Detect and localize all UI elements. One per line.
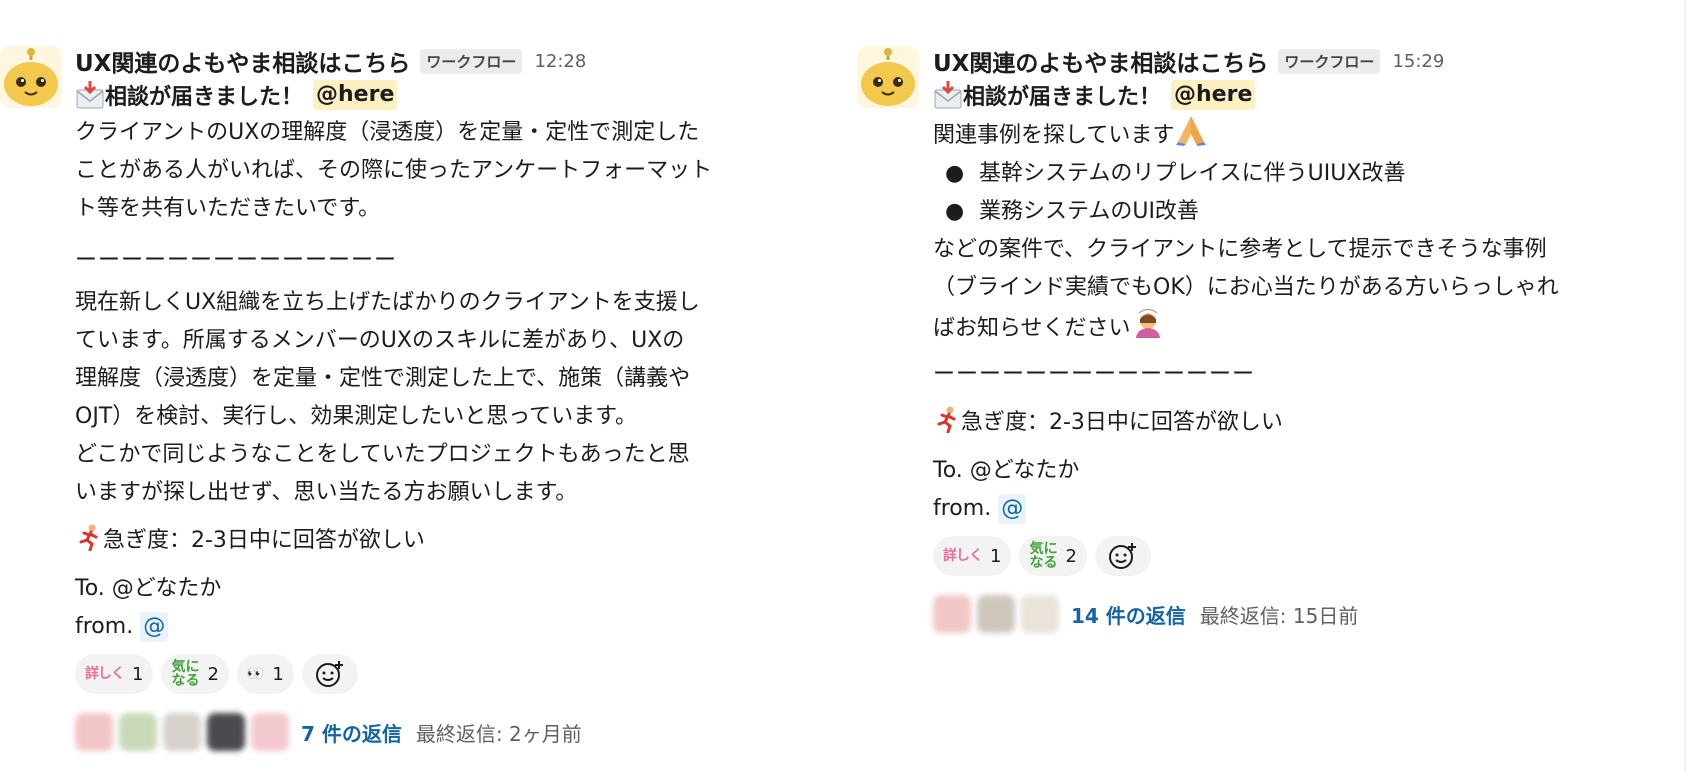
reaction-count: 1: [272, 663, 284, 685]
message-body: などの案件で、クライアントに参考として提示できそうな事例 （ブラインド実績でもO…: [933, 231, 1686, 348]
runner-icon: [79, 524, 98, 551]
to-line: To. @どなたか: [933, 458, 1080, 483]
body-line: クライアントのUXの理解度（浸透度）を定量・定性で測定した: [75, 120, 700, 145]
thread-summary[interactable]: 14 件の返信 最終返信: 15日前: [933, 590, 1686, 638]
reaction-kininaru[interactable]: 気になる 2: [161, 654, 229, 694]
body-line: などの案件で、クライアントに参考として提示できそうな事例: [933, 237, 1547, 262]
body-line: （ブラインド実績でもOK）にお心当たりがある方いらっしゃれ: [933, 275, 1559, 300]
reply-avatar: [933, 595, 971, 633]
message-title: 相談が届きました！ @here: [75, 76, 840, 114]
urgency-line: 急ぎ度：2-3日中に回答が欲しい: [75, 522, 840, 560]
add-reaction-icon: [1108, 543, 1136, 569]
title-text: 相談が届きました！: [105, 85, 304, 110]
urgency-text: 急ぎ度：2-3日中に回答が欲しい: [961, 410, 1283, 435]
message-header: UX関連のよもやま相談はこちら ワークフロー 15:29: [933, 44, 1686, 78]
reactions-bar: 詳しく 1 気になる 2 👀 1: [75, 654, 840, 694]
add-reaction-icon: [315, 661, 343, 687]
body-line: ト等を共有いただきたいです。: [75, 196, 381, 221]
here-mention[interactable]: @here: [1171, 80, 1256, 110]
body-line: いますが探し出せず、思い当たる方お願いします。: [75, 480, 578, 505]
body-line: ことがある人がいれば、その際に使ったアンケートフォーマット: [75, 158, 713, 183]
from-line: from. @: [75, 608, 840, 646]
incoming-envelope-icon: [76, 81, 104, 109]
reply-avatar: [75, 713, 113, 751]
reaction-count: 1: [132, 663, 144, 685]
kininaru-emoji-icon: 気になる: [171, 659, 200, 689]
app-name-link[interactable]: UX関連のよもやま相談はこちら: [933, 44, 1268, 78]
add-reaction-button[interactable]: [301, 654, 358, 694]
dash-separator: ーーーーーーーーーーーーーー: [75, 248, 398, 273]
message-title: 相談が届きました！ @here: [933, 76, 1686, 114]
kininaru-emoji-icon: 気になる: [1029, 541, 1058, 571]
bot-avatar-icon[interactable]: [857, 46, 919, 108]
message-body-2: 現在新しくUX組織を立ち上げたばかりのクライアントを支援し ています。所属するメ…: [75, 284, 840, 512]
body-line: OJT）を検討、実行し、効果測定したいと思っています。: [75, 404, 637, 429]
title-text: 相談が届きました！: [963, 85, 1162, 110]
reply-avatar: [119, 713, 157, 751]
eyes-emoji-icon: 👀: [246, 666, 265, 682]
body-line: 理解度（浸透度）を定量・定性で測定した上で、施策（講義や: [75, 366, 691, 391]
reaction-kininaru[interactable]: 気になる 2: [1019, 536, 1087, 576]
timestamp[interactable]: 15:29: [1392, 51, 1444, 72]
here-mention[interactable]: @here: [313, 80, 398, 110]
app-name-link[interactable]: UX関連のよもやま相談はこちら: [75, 44, 410, 78]
workflow-badge: ワークフロー: [420, 48, 523, 74]
from-label: from.: [75, 614, 134, 639]
message-header: UX関連のよもやま相談はこちら ワークフロー 12:28: [75, 44, 840, 78]
incoming-envelope-icon: [934, 81, 962, 109]
thread-avatars: [75, 713, 289, 751]
reaction-count: 2: [207, 663, 219, 685]
last-reply-time: 最終返信: 15日前: [1199, 603, 1359, 628]
body-line: ばお知らせください: [933, 307, 1686, 348]
intro-text: 関連事例を探しています: [933, 123, 1175, 148]
reactions-bar: 詳しく 1 気になる 2: [933, 536, 1686, 576]
from-label: from.: [933, 496, 992, 521]
urgency-line: 急ぎ度：2-3日中に回答が欲しい: [933, 404, 1686, 442]
kuwashiku-emoji-icon: 詳しく: [85, 666, 125, 682]
bullet-list: ● 基幹システムのリプレイスに伴うUIUX改善 ● 業務システムのUI改善: [933, 155, 1686, 231]
add-reaction-button[interactable]: [1094, 536, 1151, 576]
last-reply-time: 最終返信: 2ヶ月前: [415, 721, 582, 746]
thread-summary[interactable]: 7 件の返信 最終返信: 2ヶ月前: [75, 708, 840, 756]
intro-line: 関連事例を探しています: [933, 114, 1686, 155]
runner-icon: [937, 406, 956, 433]
from-mention[interactable]: @: [140, 612, 169, 642]
body-line: 現在新しくUX組織を立ち上げたばかりのクライアントを支援し: [75, 290, 700, 315]
message-body-1: クライアントのUXの理解度（浸透度）を定量・定性で測定した ことがある人がいれば…: [75, 114, 840, 228]
bot-avatar-icon[interactable]: [0, 46, 62, 108]
reply-avatar: [207, 713, 245, 751]
reaction-count: 2: [1065, 545, 1077, 567]
body-line: ています。所属するメンバーのUXのスキルに差があり、UXの: [75, 328, 685, 353]
reaction-count: 1: [990, 545, 1002, 567]
urgency-text: 急ぎ度：2-3日中に回答が欲しい: [103, 528, 425, 553]
reply-count-link[interactable]: 14 件の返信: [1071, 600, 1186, 629]
reply-avatar: [163, 713, 201, 751]
reply-avatar: [1021, 595, 1059, 633]
dash-separator: ーーーーーーーーーーーーーー: [933, 362, 1256, 387]
to-line: To. @どなたか: [75, 576, 222, 601]
from-mention[interactable]: @: [998, 494, 1027, 524]
reaction-kuwashiku[interactable]: 詳しく 1: [75, 654, 154, 694]
kuwashiku-emoji-icon: 詳しく: [943, 548, 983, 564]
thread-avatars: [933, 595, 1059, 633]
reaction-eyes[interactable]: 👀 1: [236, 654, 294, 694]
body-line: どこかで同じようなことをしていたプロジェクトもあったと思: [75, 442, 690, 467]
timestamp[interactable]: 12:28: [534, 51, 586, 72]
bullet-item: ● 業務システムのUI改善: [945, 199, 1199, 224]
from-line: from. @: [933, 490, 1686, 528]
reply-avatar: [977, 595, 1015, 633]
reply-avatar: [251, 713, 289, 751]
reply-count-link[interactable]: 7 件の返信: [301, 718, 402, 747]
bullet-item: ● 基幹システムのリプレイスに伴うUIUX改善: [945, 161, 1406, 186]
folded-hands-icon: [1176, 116, 1207, 146]
reaction-kuwashiku[interactable]: 詳しく 1: [933, 536, 1012, 576]
workflow-badge: ワークフロー: [1278, 48, 1381, 74]
person-bowing-icon: [1135, 308, 1160, 338]
